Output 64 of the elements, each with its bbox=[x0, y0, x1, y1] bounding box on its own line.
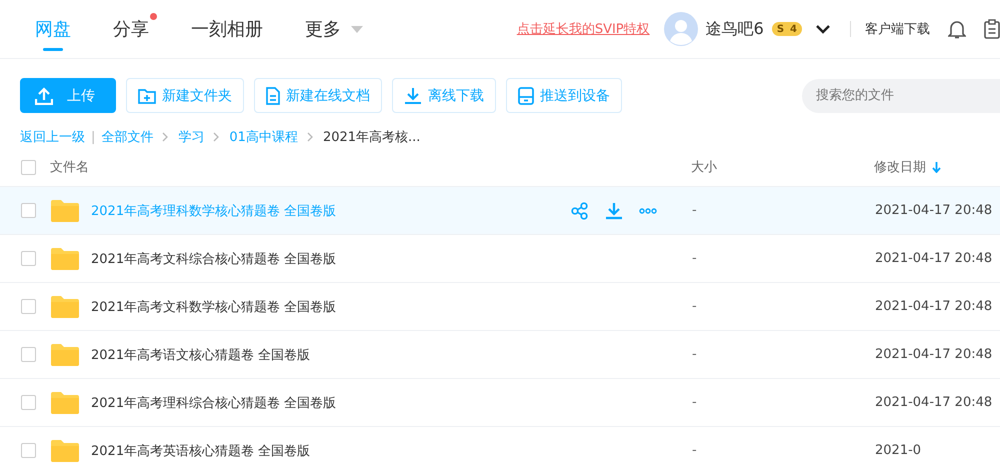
file-row[interactable]: 2021年高考文科综合核心猜题卷 全国卷版 - 2021-04-17 20:48 bbox=[0, 235, 1000, 283]
download-icon bbox=[404, 86, 422, 104]
folder-icon bbox=[51, 392, 79, 414]
folder-icon bbox=[51, 440, 79, 462]
separator: | bbox=[91, 130, 96, 144]
document-icon bbox=[266, 86, 280, 104]
column-header[interactable]: 大小 bbox=[691, 158, 874, 176]
file-name[interactable]: 2021年高考文科数学核心猜题卷 全国卷版 bbox=[91, 298, 571, 316]
folder-icon bbox=[51, 248, 79, 270]
folder-icon bbox=[51, 296, 79, 318]
row-checkbox[interactable] bbox=[21, 299, 36, 314]
folder-plus-icon bbox=[138, 88, 156, 104]
client-download-link[interactable]: 客户端下载 bbox=[865, 20, 930, 38]
file-size: - bbox=[692, 443, 698, 458]
file-size: - bbox=[692, 251, 698, 266]
nav-tab[interactable]: 更多 bbox=[305, 0, 363, 58]
modified-date: 2021-04-17 20:48 bbox=[875, 251, 992, 266]
file-row[interactable]: 2021年高考理科综合核心猜题卷 全国卷版 - 2021-04-17 20:48 bbox=[0, 379, 1000, 427]
column-header[interactable]: 修改日期 bbox=[874, 158, 941, 176]
modified-date: 2021-04-17 20:48 bbox=[875, 395, 992, 410]
file-row[interactable]: 2021年高考理科数学核心猜题卷 全国卷版 - 2021-04-17 20:48 bbox=[0, 187, 1000, 235]
avatar-icon[interactable] bbox=[664, 12, 698, 46]
row-checkbox[interactable] bbox=[21, 251, 36, 266]
search-field[interactable]: 搜索您的文件 bbox=[802, 78, 1000, 112]
chevron-right-icon bbox=[306, 132, 314, 142]
nav-tab[interactable]: 分享 bbox=[113, 0, 149, 58]
share-icon[interactable] bbox=[571, 202, 589, 220]
more-icon[interactable] bbox=[639, 208, 657, 214]
modified-date: 2021-04-17 20:48 bbox=[875, 347, 992, 362]
folder-icon bbox=[51, 200, 79, 222]
modified-date: 2021-0 bbox=[875, 443, 922, 458]
row-checkbox[interactable] bbox=[21, 203, 36, 218]
column-header[interactable]: 文件名 bbox=[50, 158, 691, 176]
folder-icon bbox=[51, 344, 79, 366]
bell-icon[interactable] bbox=[948, 19, 966, 39]
username[interactable]: 途鸟吧6 bbox=[706, 18, 764, 40]
chevron-right-icon bbox=[162, 132, 170, 142]
modified-date: 2021-04-17 20:48 bbox=[875, 203, 992, 218]
file-name[interactable]: 2021年高考理科综合核心猜题卷 全国卷版 bbox=[91, 394, 571, 412]
file-name[interactable]: 2021年高考语文核心猜题卷 全国卷版 bbox=[91, 346, 571, 364]
row-checkbox[interactable] bbox=[21, 443, 36, 458]
row-checkbox[interactable] bbox=[21, 395, 36, 410]
file-size: - bbox=[692, 395, 698, 410]
file-size: - bbox=[692, 347, 698, 362]
device-icon bbox=[518, 86, 534, 104]
nav-tab[interactable]: 一刻相册 bbox=[191, 0, 263, 58]
clipboard-icon[interactable] bbox=[984, 19, 1000, 39]
file-row[interactable]: 2021年高考语文核心猜题卷 全国卷版 - 2021-04-17 20:48 bbox=[0, 331, 1000, 379]
sort-arrow-icon[interactable] bbox=[932, 162, 941, 172]
row-checkbox[interactable] bbox=[21, 347, 36, 362]
upload-icon bbox=[35, 86, 53, 104]
chevron-down-icon[interactable] bbox=[816, 24, 830, 34]
file-size: - bbox=[692, 203, 698, 218]
file-name[interactable]: 2021年高考文科综合核心猜题卷 全国卷版 bbox=[91, 250, 571, 268]
file-row[interactable]: 2021年高考英语核心猜题卷 全国卷版 - 2021-0 bbox=[0, 427, 1000, 465]
current-folder: 2021年高考核... bbox=[322, 129, 420, 146]
file-size: - bbox=[692, 299, 698, 314]
chevron-right-icon bbox=[213, 132, 220, 142]
modified-date: 2021-04-17 20:48 bbox=[875, 299, 992, 314]
select-all-checkbox[interactable] bbox=[21, 160, 36, 174]
vip-badge: S 4 bbox=[772, 22, 802, 36]
file-row[interactable]: 2021年高考文科数学核心猜题卷 全国卷版 - 2021-04-17 20:48 bbox=[0, 283, 1000, 331]
file-name[interactable]: 2021年高考英语核心猜题卷 全国卷版 bbox=[91, 442, 571, 460]
download-icon[interactable] bbox=[605, 202, 623, 220]
